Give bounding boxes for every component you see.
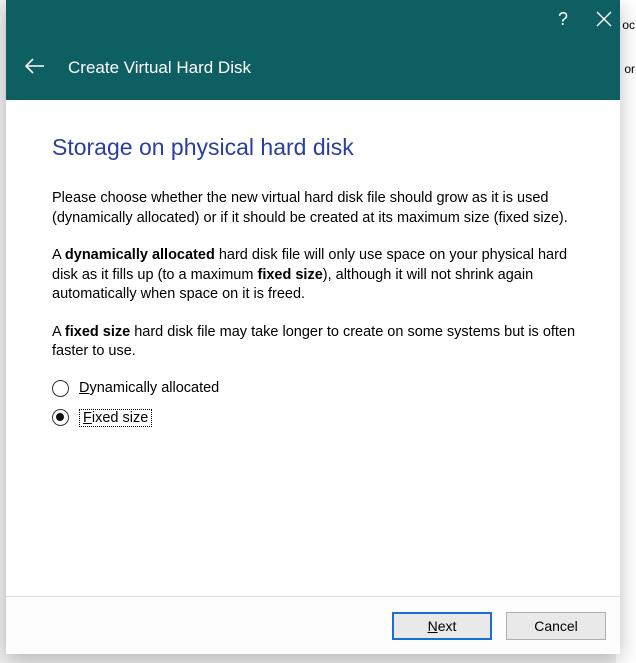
radio-label: Dynamically allocated [79, 380, 219, 396]
dialog-header: ? Create Virtual Hard Disk [6, 0, 620, 100]
next-button[interactable]: Next [392, 612, 492, 640]
bg-text-fragment: oc [622, 18, 635, 32]
label-rest: ixed size [92, 410, 148, 426]
storage-type-radio-group: Dynamically allocated Fixed size [52, 380, 580, 427]
dialog-body: Storage on physical hard disk Please cho… [6, 100, 620, 596]
text: A [52, 324, 65, 340]
mnemonic: F [83, 410, 92, 426]
page-heading: Storage on physical hard disk [52, 134, 580, 161]
mnemonic: D [79, 380, 89, 396]
button-label: Cancel [534, 618, 578, 634]
text-strong: fixed size [257, 267, 322, 283]
dialog-title: Create Virtual Hard Disk [68, 58, 251, 78]
dialog-footer: Next Cancel [6, 596, 620, 654]
radio-indicator[interactable] [52, 409, 69, 426]
close-icon[interactable] [596, 11, 612, 27]
text-strong: fixed size [65, 324, 130, 340]
bg-text-fragment: or [624, 62, 635, 76]
radio-indicator[interactable] [52, 380, 69, 397]
label-rest: ext [438, 618, 457, 634]
dynamic-paragraph: A dynamically allocated hard disk file w… [52, 246, 580, 305]
radio-option-dynamic[interactable]: Dynamically allocated [52, 380, 580, 397]
fixed-paragraph: A fixed size hard disk file may take lon… [52, 323, 580, 362]
label-rest: ynamically allocated [89, 380, 219, 396]
mnemonic: N [428, 618, 438, 634]
wizard-dialog: ? Create Virtual Hard Disk Storage on ph… [6, 0, 620, 654]
radio-option-fixed[interactable]: Fixed size [52, 409, 580, 427]
text: A [52, 247, 65, 263]
text: hard disk file may take longer to create… [52, 324, 575, 360]
cancel-button[interactable]: Cancel [506, 612, 606, 640]
text-strong: dynamically allocated [65, 247, 215, 263]
back-icon[interactable] [24, 58, 46, 78]
radio-label: Fixed size [79, 409, 152, 427]
intro-paragraph: Please choose whether the new virtual ha… [52, 189, 580, 228]
help-icon[interactable]: ? [558, 10, 568, 28]
